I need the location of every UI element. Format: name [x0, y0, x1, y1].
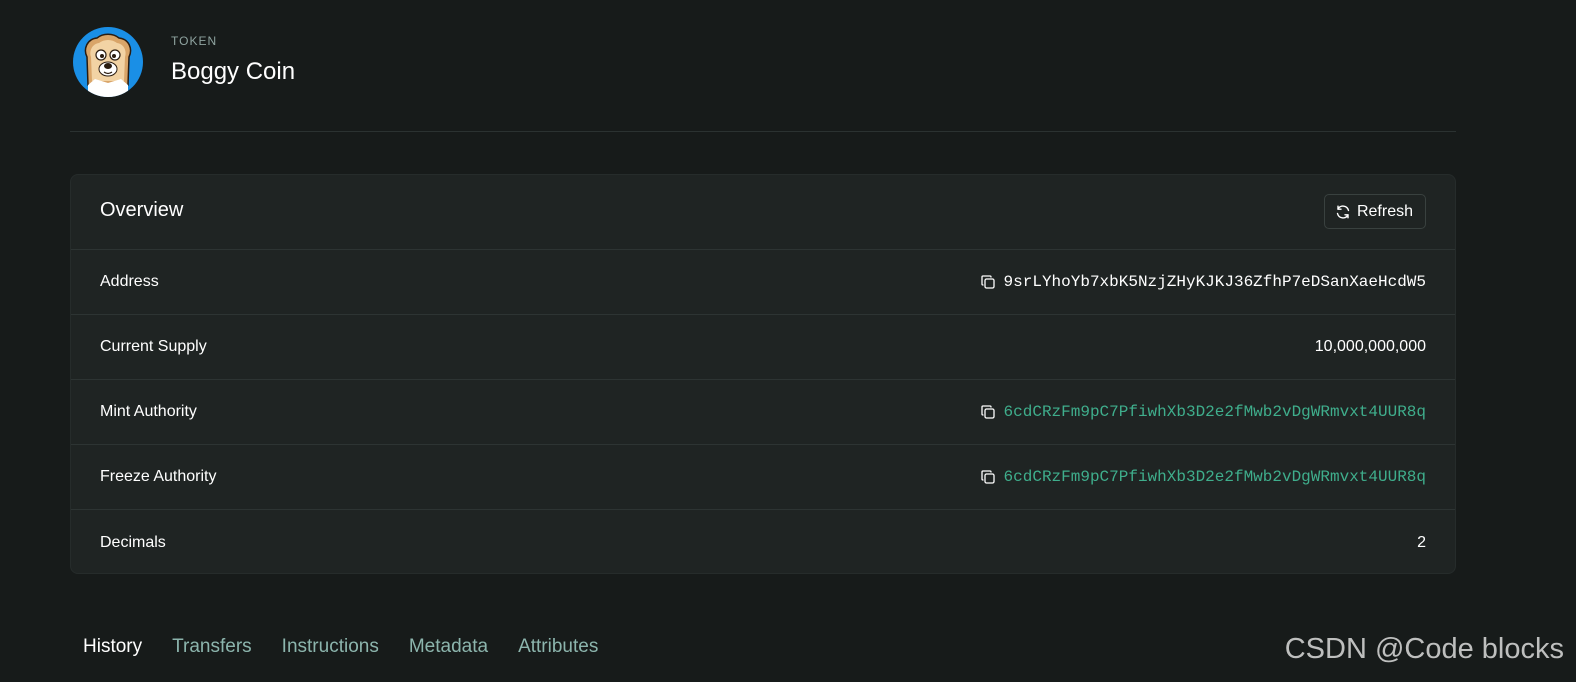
- copy-icon[interactable]: [980, 469, 996, 485]
- row-label: Current Supply: [100, 338, 207, 355]
- freeze-authority-link[interactable]: 6cdCRzFm9pC7PfiwhXb3D2e2fMwb2vDgWRmvxt4U…: [1004, 468, 1426, 486]
- token-name: Boggy Coin: [171, 58, 296, 85]
- decimals-value: 2: [1417, 533, 1426, 551]
- token-header: TOKEN Boggy Coin: [70, 0, 1456, 132]
- row-value: 9srLYhoYb7xbK5NzjZHyKJKJ36ZfhP7eDSanXaeH…: [980, 273, 1426, 291]
- copy-icon[interactable]: [980, 274, 996, 290]
- overview-card: Overview Refresh Address 9srLYhoYb7xbK5N…: [70, 174, 1456, 574]
- overview-title: Overview: [100, 199, 184, 221]
- row-freeze-authority: Freeze Authority 6cdCRzFm9pC7PfiwhXb3D2e…: [71, 445, 1455, 510]
- overview-header: Overview Refresh: [71, 175, 1455, 250]
- row-value: 6cdCRzFm9pC7PfiwhXb3D2e2fMwb2vDgWRmvxt4U…: [980, 468, 1426, 486]
- tab-instructions[interactable]: Instructions: [282, 636, 379, 658]
- row-decimals: Decimals 2: [71, 510, 1455, 573]
- tab-metadata[interactable]: Metadata: [409, 636, 488, 658]
- tab-transfers[interactable]: Transfers: [172, 636, 252, 658]
- row-label: Mint Authority: [100, 403, 197, 420]
- row-address: Address 9srLYhoYb7xbK5NzjZHyKJKJ36ZfhP7e…: [71, 250, 1455, 315]
- row-value: 2: [1417, 534, 1426, 552]
- row-mint-authority: Mint Authority 6cdCRzFm9pC7PfiwhXb3D2e2f…: [71, 380, 1455, 445]
- row-value: 6cdCRzFm9pC7PfiwhXb3D2e2fMwb2vDgWRmvxt4U…: [980, 403, 1426, 421]
- row-label: Address: [100, 273, 159, 290]
- mint-authority-link[interactable]: 6cdCRzFm9pC7PfiwhXb3D2e2fMwb2vDgWRmvxt4U…: [1004, 403, 1426, 421]
- refresh-label: Refresh: [1356, 202, 1413, 220]
- dog-toast-avatar-icon: [73, 27, 143, 97]
- row-value: 10,000,000,000: [1315, 338, 1426, 356]
- tab-bar: History Transfers Instructions Metadata …: [83, 636, 598, 658]
- tab-attributes[interactable]: Attributes: [518, 636, 598, 658]
- watermark: CSDN @Code blocks: [1284, 633, 1564, 665]
- row-label: Freeze Authority: [100, 468, 217, 485]
- token-eyebrow: TOKEN: [171, 34, 218, 48]
- address-value: 9srLYhoYb7xbK5NzjZHyKJKJ36ZfhP7eDSanXaeH…: [1003, 273, 1426, 291]
- refresh-button[interactable]: Refresh: [1323, 194, 1426, 229]
- row-current-supply: Current Supply 10,000,000,000: [71, 315, 1455, 380]
- row-label: Decimals: [100, 533, 166, 551]
- copy-icon[interactable]: [980, 404, 996, 420]
- refresh-icon: [1335, 204, 1351, 220]
- tab-history[interactable]: History: [83, 636, 142, 658]
- current-supply-value: 10,000,000,000: [1314, 338, 1426, 355]
